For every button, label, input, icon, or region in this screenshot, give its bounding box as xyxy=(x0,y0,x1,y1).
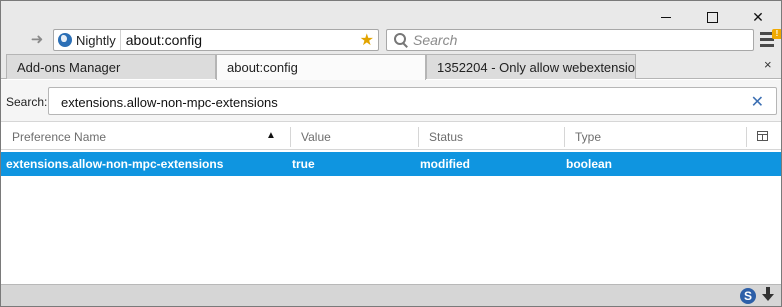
tab-label: about:config xyxy=(227,60,298,75)
minimize-button[interactable] xyxy=(643,5,689,29)
column-header-type[interactable]: Type xyxy=(575,130,601,144)
cell-type: boolean xyxy=(566,157,613,171)
config-search-value[interactable]: extensions.allow-non-mpc-extensions xyxy=(61,95,278,110)
column-picker-icon[interactable] xyxy=(757,131,768,141)
tab-addons-manager[interactable]: Add-ons Manager xyxy=(6,54,216,79)
column-header-value[interactable]: Value xyxy=(301,130,331,144)
close-icon[interactable]: × xyxy=(764,57,772,72)
download-icon[interactable] xyxy=(761,287,775,303)
back-arrow-icon[interactable]: ➜ xyxy=(25,31,49,49)
about-config-page: Search: extensions.allow-non-mpc-extensi… xyxy=(1,80,781,284)
column-header-status[interactable]: Status xyxy=(429,130,463,144)
globe-icon xyxy=(58,33,72,47)
config-search-row: Search: extensions.allow-non-mpc-extensi… xyxy=(1,80,781,122)
tab-bug-1352204[interactable]: 1352204 - Only allow webextension xyxy=(426,54,636,79)
column-separator[interactable] xyxy=(564,127,565,147)
cell-preference-name: extensions.allow-non-mpc-extensions xyxy=(6,157,224,171)
clear-icon[interactable]: ✕ xyxy=(751,92,764,112)
tab-label: 1352204 - Only allow webextension xyxy=(437,60,636,75)
sort-ascending-icon: ▲ xyxy=(266,130,276,141)
search-placeholder[interactable]: Search xyxy=(411,32,457,48)
tab-label: Add-ons Manager xyxy=(17,60,121,75)
window-close-button[interactable]: ✕ xyxy=(735,5,781,29)
s-icon[interactable]: S xyxy=(740,288,756,304)
warning-badge-icon: ! xyxy=(772,29,781,39)
table-row[interactable]: extensions.allow-non-mpc-extensions true… xyxy=(1,152,781,176)
config-search-input[interactable]: extensions.allow-non-mpc-extensions ✕ xyxy=(48,87,777,115)
column-separator[interactable] xyxy=(290,127,291,147)
cell-status: modified xyxy=(420,157,470,171)
star-icon[interactable]: ★ xyxy=(360,30,378,50)
config-search-label: Search: xyxy=(6,95,48,109)
column-separator[interactable] xyxy=(418,127,419,147)
browser-window: ✕ ➜ Nightly about:config ★ Search ! Add-… xyxy=(0,0,782,307)
browser-chrome: ✕ ➜ Nightly about:config ★ Search ! Add-… xyxy=(1,1,781,80)
identity-label: Nightly xyxy=(76,32,116,48)
search-bar[interactable]: Search xyxy=(386,29,754,51)
table-header: Preference Name ▲ Value Status Type xyxy=(1,124,781,150)
cell-value: true xyxy=(292,157,315,171)
column-separator[interactable] xyxy=(746,127,747,147)
search-icon xyxy=(393,31,411,49)
maximize-button[interactable] xyxy=(689,5,735,29)
column-header-name[interactable]: Preference Name xyxy=(12,130,106,144)
tab-about-config[interactable]: about:config xyxy=(216,54,426,80)
tab-strip: Add-ons Manager about:config 1352204 - O… xyxy=(1,54,781,80)
identity-box[interactable]: Nightly xyxy=(54,30,121,50)
status-bar: S xyxy=(1,284,781,306)
url-bar[interactable]: Nightly about:config ★ xyxy=(53,29,379,51)
url-text[interactable]: about:config xyxy=(121,32,360,48)
